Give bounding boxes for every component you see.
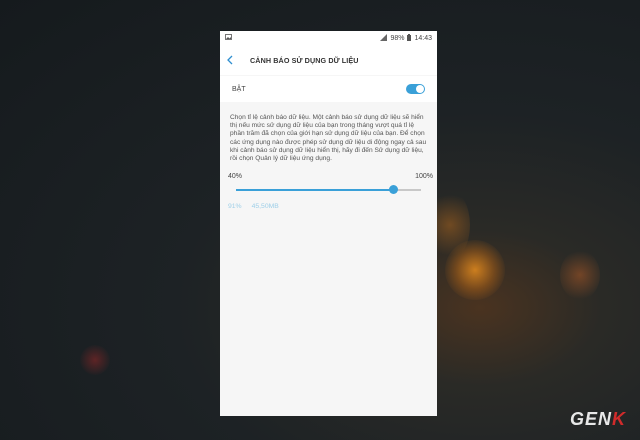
usage-percent: 91% — [228, 203, 242, 211]
slider-fill — [236, 189, 394, 191]
slider-max-label: 100% — [415, 173, 433, 181]
image-notification-icon — [225, 34, 232, 42]
battery-icon — [407, 33, 412, 43]
switch-knob — [416, 85, 424, 93]
slider-thumb[interactable] — [388, 185, 398, 195]
switch-label: BẬT — [232, 85, 246, 93]
status-bar: 98% 14:43 — [220, 31, 437, 45]
description-text: Chọn tỉ lệ cảnh báo dữ liệu. Một cảnh bá… — [230, 114, 427, 163]
background-light — [560, 250, 600, 300]
genk-logo: GENK — [569, 409, 626, 429]
app-bar: CẢNH BÁO SỬ DỤNG DỮ LIỆU — [220, 45, 437, 75]
slider-min-label: 40% — [228, 173, 243, 181]
signal-icon — [380, 33, 388, 43]
warning-level-slider[interactable] — [236, 183, 421, 197]
toggle-switch[interactable] — [406, 84, 425, 94]
page-title: CẢNH BÁO SỬ DỤNG DỮ LIỆU — [250, 55, 359, 65]
clock: 14:43 — [414, 34, 432, 42]
usage-amount: 45,50MB — [251, 203, 279, 211]
background-light — [80, 345, 110, 375]
master-switch-row[interactable]: BẬT — [220, 76, 437, 102]
back-arrow-icon[interactable] — [226, 53, 244, 67]
slider-range-labels: 40% 100% — [220, 173, 437, 180]
phone-screen: 98% 14:43 CẢNH BÁO SỬ DỤNG DỮ LIỆU BẬT C… — [220, 31, 437, 416]
battery-percent: 98% — [390, 34, 405, 42]
current-usage-info: 91% 45,50MB — [220, 199, 437, 214]
